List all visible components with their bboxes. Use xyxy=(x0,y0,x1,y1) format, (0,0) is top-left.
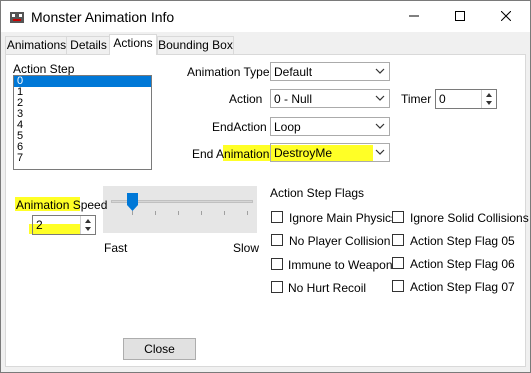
spin-up-icon[interactable] xyxy=(81,216,95,225)
timer-stepper[interactable]: 0 xyxy=(435,89,497,109)
end-action-value: Loop xyxy=(274,120,301,134)
list-item[interactable]: 2 xyxy=(14,98,151,109)
action-step-flag-06-checkbox[interactable] xyxy=(392,257,404,269)
action-step-flag-05-label: Action Step Flag 05 xyxy=(410,234,515,248)
immune-to-weapon-checkbox[interactable] xyxy=(271,258,283,270)
slider-tick xyxy=(132,211,133,215)
action-step-flag-07-checkbox[interactable] xyxy=(392,280,404,292)
maximize-button[interactable] xyxy=(437,1,483,32)
chevron-down-icon xyxy=(375,149,385,155)
slider-tick xyxy=(155,211,156,215)
list-item[interactable]: 5 xyxy=(14,131,151,142)
timer-label: Timer xyxy=(401,92,432,106)
ignore-solid-collisions-checkbox[interactable] xyxy=(392,211,404,223)
action-label: Action xyxy=(229,92,263,106)
action-step-flag-06-label: Action Step Flag 06 xyxy=(410,257,515,271)
list-item[interactable]: 6 xyxy=(14,142,151,153)
spin-down-icon[interactable] xyxy=(482,99,496,108)
animation-speed-slider-thumb[interactable] xyxy=(127,193,138,211)
tab-bounding-box[interactable]: Bounding Box xyxy=(157,36,234,55)
slider-tick xyxy=(178,211,179,215)
end-animation-label: End Animation xyxy=(192,147,270,161)
close-button[interactable]: Close xyxy=(123,338,196,360)
window-title: Monster Animation Info xyxy=(31,9,175,25)
slider-tick xyxy=(201,211,202,215)
no-player-collision-label: No Player Collision xyxy=(289,234,391,248)
slider-tick xyxy=(247,211,248,215)
tab-actions[interactable]: Actions xyxy=(109,34,157,55)
list-item[interactable]: 0 xyxy=(14,76,151,87)
animation-type-value: Default xyxy=(274,65,313,79)
action-dropdown[interactable]: 0 - Null xyxy=(270,89,390,108)
list-item[interactable]: 1 xyxy=(14,87,151,98)
ignore-solid-collisions-label: Ignore Solid Collisions xyxy=(410,211,529,225)
close-icon xyxy=(500,10,512,22)
action-step-flags-label: Action Step Flags xyxy=(270,186,365,200)
spin-down-icon[interactable] xyxy=(81,225,95,234)
tab-details[interactable]: Details xyxy=(66,36,111,55)
action-step-label: Action Step xyxy=(13,62,75,76)
ignore-main-physics-label: Ignore Main Physics xyxy=(289,211,398,225)
no-player-collision-checkbox[interactable] xyxy=(271,234,283,246)
end-animation-dropdown[interactable]: DestroyMe xyxy=(270,143,390,162)
chevron-down-icon xyxy=(375,68,385,74)
maximize-icon xyxy=(455,11,465,21)
close-window-button[interactable] xyxy=(483,1,529,32)
end-action-label: EndAction xyxy=(212,120,267,134)
slider-slow-label: Slow xyxy=(233,241,260,255)
minimize-icon xyxy=(409,15,419,17)
animation-speed-spin-buttons xyxy=(80,216,95,234)
minimize-button[interactable] xyxy=(391,1,437,32)
spin-up-icon[interactable] xyxy=(482,90,496,99)
monster-animation-info-window: Monster Animation Info Animations Detail… xyxy=(0,0,531,373)
list-item[interactable]: 4 xyxy=(14,120,151,131)
action-step-flag-07-label: Action Step Flag 07 xyxy=(410,280,515,294)
app-icon xyxy=(10,12,24,23)
chevron-down-icon xyxy=(375,123,385,129)
list-item[interactable]: 7 xyxy=(14,153,151,164)
animation-type-label: Animation Type xyxy=(187,65,270,79)
slider-fast-label: Fast xyxy=(104,241,128,255)
action-step-flag-05-checkbox[interactable] xyxy=(392,234,404,246)
action-step-list[interactable]: 0 1 2 3 4 5 6 7 xyxy=(13,75,152,170)
no-hurt-recoil-checkbox[interactable] xyxy=(271,281,283,293)
no-hurt-recoil-label: No Hurt Recoil xyxy=(288,281,367,295)
ignore-main-physics-checkbox[interactable] xyxy=(271,211,283,223)
action-value: 0 - Null xyxy=(274,92,313,106)
tab-animations[interactable]: Animations xyxy=(5,36,68,55)
chevron-down-icon xyxy=(375,95,385,101)
end-action-dropdown[interactable]: Loop xyxy=(270,117,390,136)
immune-to-weapon-label: Immune to Weapon xyxy=(288,258,393,272)
animation-type-dropdown[interactable]: Default xyxy=(270,62,390,81)
timer-spin-buttons xyxy=(481,90,496,108)
animation-speed-value: 2 xyxy=(36,218,43,232)
title-bar[interactable]: Monster Animation Info xyxy=(1,1,530,32)
end-animation-value: DestroyMe xyxy=(274,146,333,160)
timer-value: 0 xyxy=(439,92,446,106)
slider-tick xyxy=(224,211,225,215)
animation-speed-stepper[interactable]: 2 xyxy=(32,215,96,235)
list-item[interactable]: 3 xyxy=(14,109,151,120)
animation-speed-label: Animation Speed xyxy=(16,198,108,212)
